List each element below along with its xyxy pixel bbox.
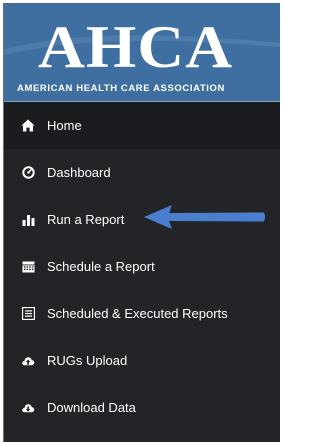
- sidebar-item-download-data[interactable]: Download Data: [4, 384, 280, 431]
- screenshot-frame: AHCA AMERICAN HEALTH CARE ASSOCIATION Ho…: [0, 0, 281, 444]
- calendar-icon: [21, 260, 35, 274]
- sidebar-item-scheduled-executed-reports[interactable]: Scheduled & Executed Reports: [4, 290, 280, 337]
- sidebar-nav: Home Dashboard Run a Report Schedule a R…: [4, 102, 280, 431]
- logo-title: AHCA: [38, 14, 234, 80]
- sidebar-item-home[interactable]: Home: [4, 102, 280, 149]
- sidebar-item-schedule-report[interactable]: Schedule a Report: [4, 243, 280, 290]
- bar-chart-icon: [21, 213, 35, 227]
- sidebar-item-label: Schedule a Report: [47, 259, 155, 274]
- sidebar-item-label: Dashboard: [47, 165, 111, 180]
- sidebar-item-label: RUGs Upload: [47, 353, 128, 368]
- sidebar-item-label: Home: [47, 118, 82, 133]
- callout-arrow: [144, 205, 265, 229]
- logo-subtitle: AMERICAN HEALTH CARE ASSOCIATION: [17, 83, 225, 94]
- list-icon: [21, 307, 35, 321]
- ahca-logo[interactable]: AHCA AMERICAN HEALTH CARE ASSOCIATION: [4, 3, 280, 102]
- sidebar-item-dashboard[interactable]: Dashboard: [4, 149, 280, 196]
- sidebar-item-rugs-upload[interactable]: RUGs Upload: [4, 337, 280, 384]
- sidebar-item-label: Scheduled & Executed Reports: [47, 306, 228, 321]
- cloud-download-icon: [21, 401, 35, 415]
- sidebar-item-label: Run a Report: [47, 212, 125, 227]
- cloud-upload-icon: [21, 354, 35, 368]
- home-icon: [21, 119, 35, 133]
- gauge-icon: [21, 166, 35, 180]
- sidebar-item-label: Download Data: [47, 400, 136, 415]
